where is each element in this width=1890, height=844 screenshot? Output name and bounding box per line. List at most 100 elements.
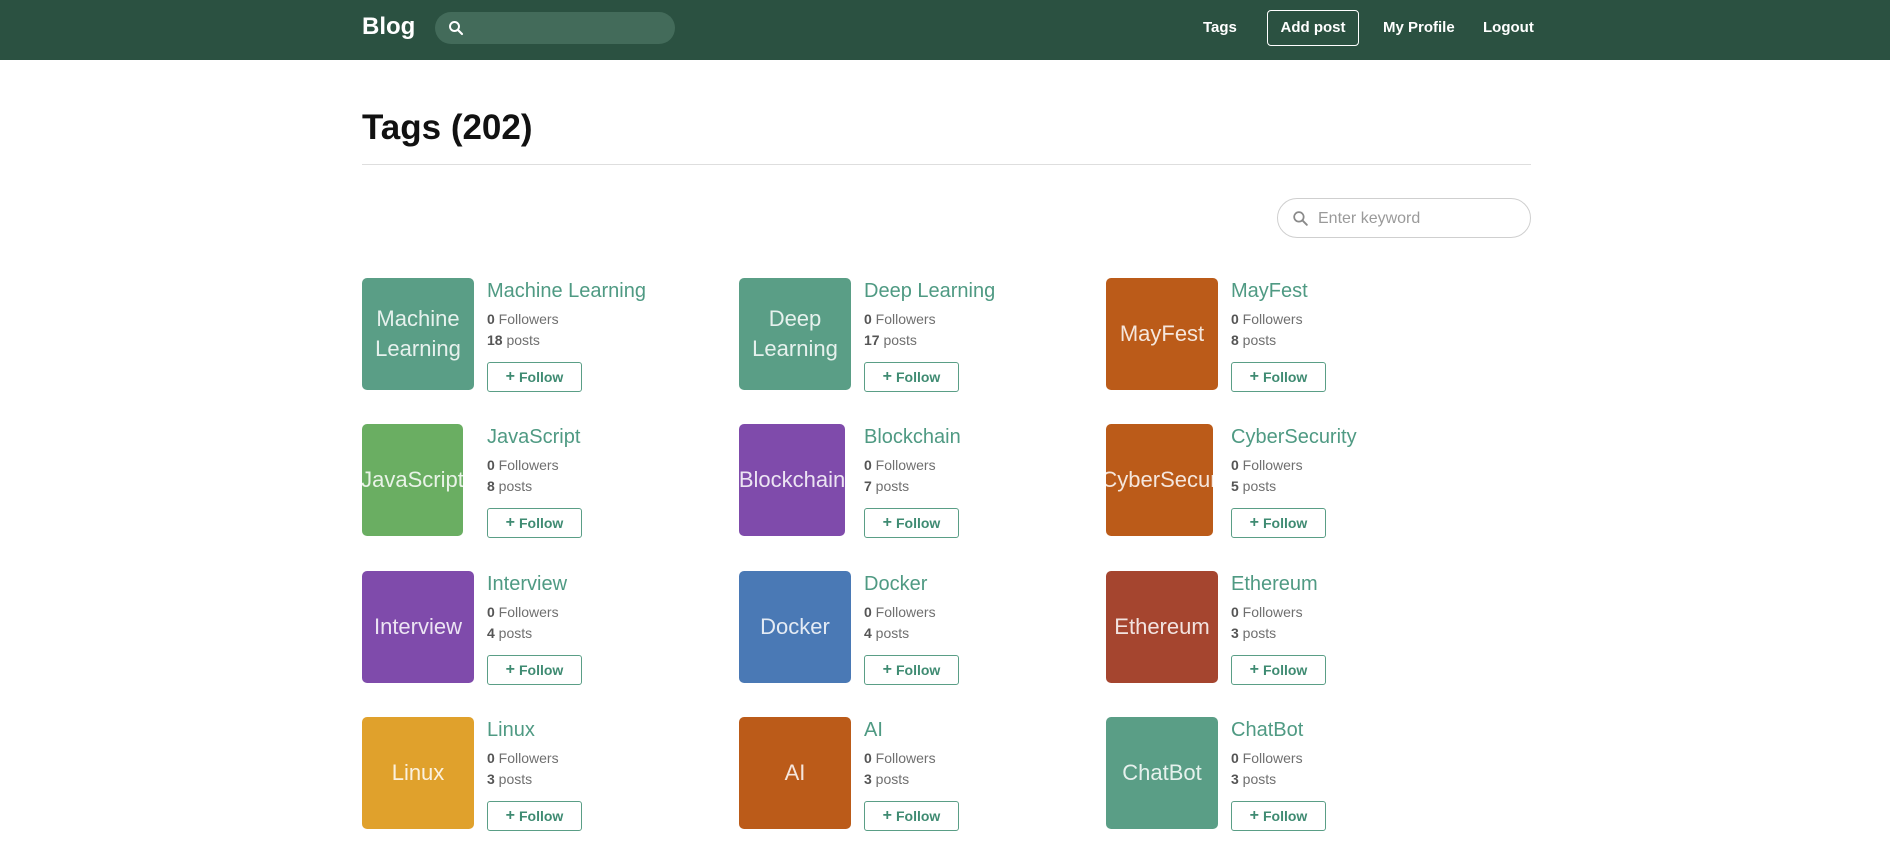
- follow-button[interactable]: + Follow: [487, 362, 582, 392]
- tag-followers-count: 0 Followers: [487, 457, 559, 473]
- tag-card: Linux Linux 0 Followers 3 posts + Follow: [362, 717, 722, 832]
- follow-button-label: Follow: [1263, 662, 1308, 678]
- tag-posts-count: 8 posts: [487, 478, 533, 494]
- nav-link-logout[interactable]: Logout: [1483, 19, 1534, 36]
- tag-followers-count: 0 Followers: [864, 604, 936, 620]
- tag-thumbnail[interactable]: Interview: [362, 571, 474, 683]
- tag-thumbnail[interactable]: ChatBot: [1106, 717, 1218, 829]
- tag-posts-count: 3 posts: [864, 771, 910, 787]
- tag-posts-count: 3 posts: [1231, 625, 1277, 641]
- tag-name-link[interactable]: MayFest: [1231, 280, 1308, 303]
- title-divider: [362, 164, 1531, 165]
- tag-card: ChatBot ChatBot 0 Followers 3 posts + Follow: [1106, 717, 1466, 832]
- nav-link-my-profile[interactable]: My Profile: [1383, 19, 1455, 36]
- tag-card: Docker Docker 0 Followers 4 posts + Follow: [739, 571, 1099, 686]
- follow-button-label: Follow: [1263, 369, 1308, 385]
- tag-name-link[interactable]: AI: [864, 719, 883, 742]
- keyword-search: [1277, 198, 1531, 238]
- follow-button[interactable]: + Follow: [864, 508, 959, 538]
- follow-button-label: Follow: [1263, 515, 1308, 531]
- tag-followers-count: 0 Followers: [487, 604, 559, 620]
- tag-posts-count: 3 posts: [1231, 771, 1277, 787]
- follow-button[interactable]: + Follow: [864, 655, 959, 685]
- follow-button[interactable]: + Follow: [487, 801, 582, 831]
- tag-posts-count: 4 posts: [864, 625, 910, 641]
- plus-icon: +: [1249, 807, 1259, 824]
- follow-button-label: Follow: [519, 515, 564, 531]
- nav-search-input[interactable]: [435, 12, 675, 44]
- follow-button-label: Follow: [519, 369, 564, 385]
- tag-thumbnail[interactable]: Deep Learning: [739, 278, 851, 390]
- tag-thumbnail[interactable]: Linux: [362, 717, 474, 829]
- tag-thumbnail[interactable]: CyberSecur: [1106, 424, 1213, 536]
- tag-posts-count: 17 posts: [864, 332, 917, 348]
- plus-icon: +: [882, 368, 892, 385]
- plus-icon: +: [505, 368, 515, 385]
- tag-thumbnail[interactable]: Blockchain: [739, 424, 845, 536]
- plus-icon: +: [1249, 368, 1259, 385]
- tag-name-link[interactable]: Deep Learning: [864, 280, 995, 303]
- plus-icon: +: [505, 807, 515, 824]
- tag-followers-count: 0 Followers: [1231, 750, 1303, 766]
- tag-followers-count: 0 Followers: [1231, 311, 1303, 327]
- nav-link-tags[interactable]: Tags: [1203, 19, 1237, 36]
- tag-posts-count: 8 posts: [1231, 332, 1277, 348]
- tag-name-link[interactable]: Ethereum: [1231, 573, 1318, 596]
- follow-button[interactable]: + Follow: [1231, 362, 1326, 392]
- follow-button-label: Follow: [896, 515, 941, 531]
- follow-button-label: Follow: [896, 662, 941, 678]
- plus-icon: +: [505, 661, 515, 678]
- keyword-search-input[interactable]: [1318, 207, 1518, 231]
- tag-posts-count: 3 posts: [487, 771, 533, 787]
- follow-button-label: Follow: [896, 369, 941, 385]
- tag-card: Blockchain Blockchain 0 Followers 7 posts + F…: [739, 424, 1099, 539]
- tag-name-link[interactable]: Linux: [487, 719, 535, 742]
- top-navbar: Blog Tags Add post My Profile Logout: [0, 0, 1890, 60]
- tag-name-link[interactable]: JavaScript: [487, 426, 580, 449]
- tag-followers-count: 0 Followers: [864, 457, 936, 473]
- tag-name-link[interactable]: CyberSecurity: [1231, 426, 1357, 449]
- follow-button-label: Follow: [1263, 808, 1308, 824]
- tag-followers-count: 0 Followers: [487, 311, 559, 327]
- plus-icon: +: [505, 514, 515, 531]
- follow-button[interactable]: + Follow: [1231, 655, 1326, 685]
- tag-card: Interview Interview 0 Followers 4 posts + Fol…: [362, 571, 722, 686]
- tag-name-link[interactable]: Interview: [487, 573, 567, 596]
- add-post-button[interactable]: Add post: [1267, 10, 1359, 46]
- tag-thumbnail[interactable]: Docker: [739, 571, 851, 683]
- tag-followers-count: 0 Followers: [1231, 604, 1303, 620]
- plus-icon: +: [882, 807, 892, 824]
- tag-name-link[interactable]: ChatBot: [1231, 719, 1303, 742]
- tag-card: MayFest MayFest 0 Followers 8 posts + Follow: [1106, 278, 1466, 393]
- search-icon: [449, 21, 464, 36]
- tag-card: AI AI 0 Followers 3 posts + Follow: [739, 717, 1099, 832]
- search-icon: [1293, 211, 1308, 226]
- follow-button[interactable]: + Follow: [864, 801, 959, 831]
- tag-thumbnail[interactable]: AI: [739, 717, 851, 829]
- plus-icon: +: [1249, 661, 1259, 678]
- tag-name-link[interactable]: Machine Learning: [487, 280, 646, 303]
- tag-name-link[interactable]: Docker: [864, 573, 927, 596]
- follow-button[interactable]: + Follow: [487, 655, 582, 685]
- tag-thumbnail[interactable]: JavaScript: [362, 424, 463, 536]
- follow-button[interactable]: + Follow: [1231, 801, 1326, 831]
- tag-thumbnail[interactable]: Machine Learning: [362, 278, 474, 390]
- tag-thumbnail[interactable]: Ethereum: [1106, 571, 1218, 683]
- follow-button[interactable]: + Follow: [487, 508, 582, 538]
- tag-card: JavaScript JavaScript 0 Followers 8 posts + F…: [362, 424, 722, 539]
- tag-name-link[interactable]: Blockchain: [864, 426, 961, 449]
- follow-button[interactable]: + Follow: [864, 362, 959, 392]
- tag-posts-count: 4 posts: [487, 625, 533, 641]
- brand-logo[interactable]: Blog: [362, 13, 415, 41]
- tag-card: Ethereum Ethereum 0 Followers 3 posts + Follo…: [1106, 571, 1466, 686]
- tag-followers-count: 0 Followers: [1231, 457, 1303, 473]
- tag-card: Deep Learning Deep Learning 0 Followers 17 …: [739, 278, 1099, 393]
- follow-button-label: Follow: [896, 808, 941, 824]
- plus-icon: +: [882, 514, 892, 531]
- plus-icon: +: [882, 661, 892, 678]
- plus-icon: +: [1249, 514, 1259, 531]
- follow-button[interactable]: + Follow: [1231, 508, 1326, 538]
- tag-posts-count: 5 posts: [1231, 478, 1277, 494]
- follow-button-label: Follow: [519, 808, 564, 824]
- tag-thumbnail[interactable]: MayFest: [1106, 278, 1218, 390]
